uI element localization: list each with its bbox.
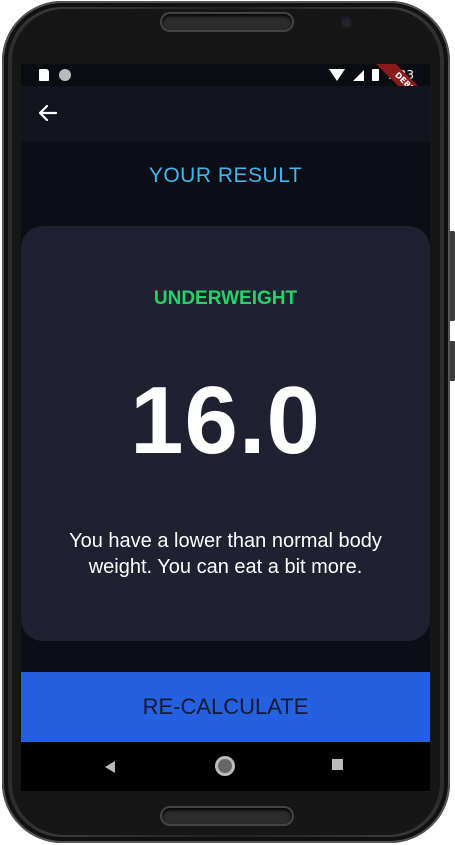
result-card: UNDERWEIGHT 16.0 You have a lower than n… (21, 226, 430, 641)
result-status: UNDERWEIGHT (153, 288, 298, 309)
power-button (450, 341, 455, 381)
navigation-bar (21, 742, 430, 791)
bottom-speaker (162, 808, 292, 824)
wifi-icon (329, 69, 346, 81)
status-bar: 7:23 (21, 64, 430, 86)
nav-home-icon[interactable] (215, 756, 235, 776)
arrow-left-icon (38, 104, 58, 122)
app-screen: 7:23 DEBUG YOUR RESULT UNDERWEIGHT 16.0 … (21, 64, 430, 791)
volume-button (450, 231, 455, 321)
nav-back-icon[interactable] (105, 761, 115, 773)
nav-recents-icon[interactable] (332, 759, 343, 770)
sync-icon (59, 69, 71, 81)
signal-icon (353, 69, 365, 81)
page-title: YOUR RESULT (148, 164, 303, 187)
top-speaker (162, 14, 292, 30)
back-button[interactable] (35, 100, 61, 126)
sd-card-icon (39, 69, 49, 81)
result-message: You have a lower than normal body weight… (69, 530, 382, 578)
recalculate-button[interactable]: RE-CALCULATE (21, 672, 430, 742)
bmi-value: 16.0 (130, 367, 321, 474)
front-camera (342, 18, 351, 27)
app-bar (21, 86, 430, 142)
battery-icon (372, 69, 380, 81)
